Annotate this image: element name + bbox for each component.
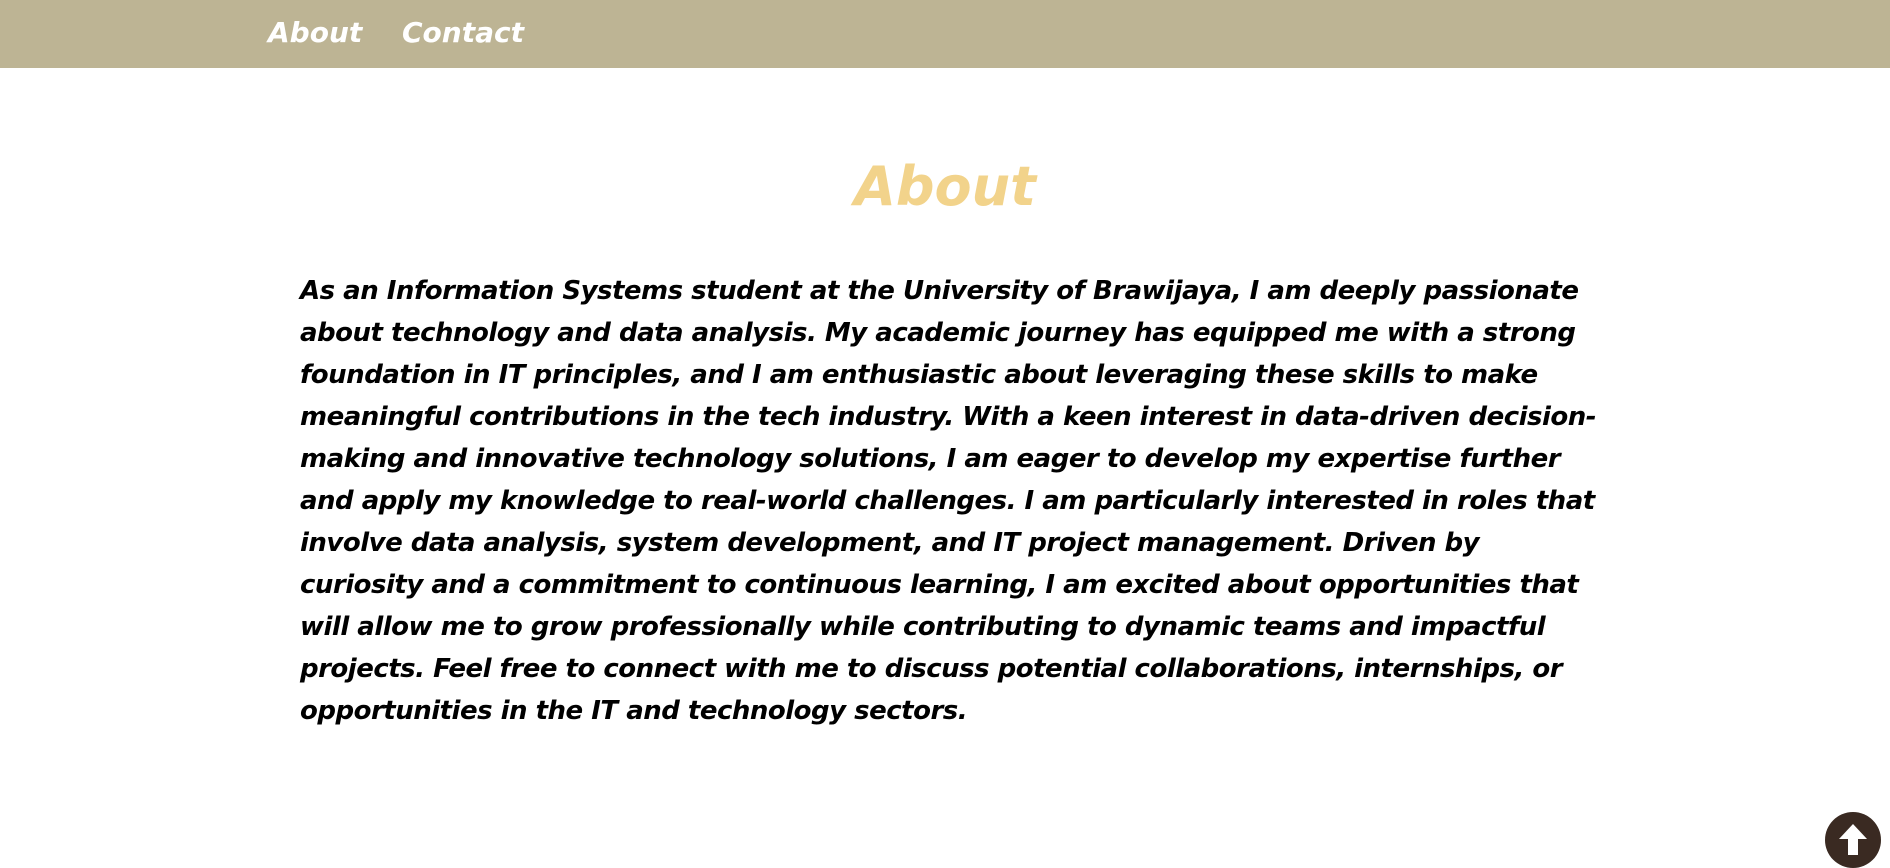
section-title: About [854,155,1036,218]
scroll-to-top-button[interactable] [1825,812,1881,868]
nav-link-about[interactable]: About [268,14,362,52]
about-paragraph: As an Information Systems student at the… [300,276,1597,726]
arrow-up-icon [1839,824,1867,855]
nav-link-contact[interactable]: Contact [402,14,524,52]
navbar: About Contact [0,0,1890,68]
